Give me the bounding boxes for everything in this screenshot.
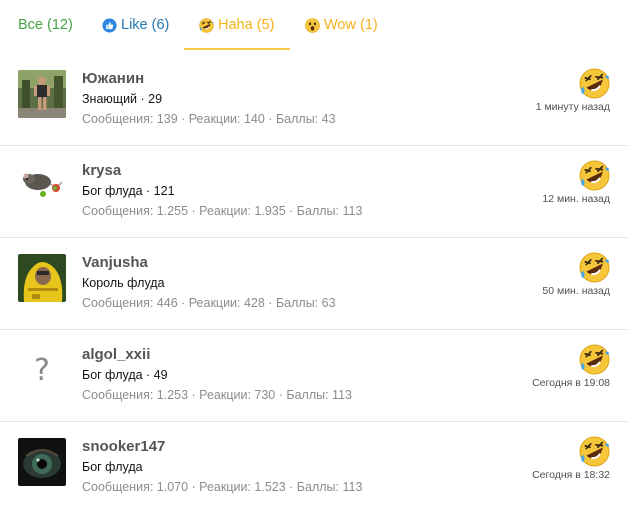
avatar-placeholder[interactable]: ? [18,346,66,394]
user-title: Бог флуда [82,460,143,474]
user-title: Король флуда [82,276,165,290]
username[interactable]: Vanjusha [82,254,148,271]
username[interactable]: snooker147 [82,438,165,455]
eye-photo-icon [18,438,66,486]
reaction-time[interactable]: 50 мин. назад [542,285,610,297]
username[interactable]: algol_xxii [82,346,150,363]
avatar[interactable] [18,254,66,302]
hazmat-photo-icon [18,254,66,302]
user-stats: Сообщения: 1.070 · Реакции: 1.523 · Балл… [82,480,363,494]
user-title: Знающий · 29 [82,92,163,106]
user-title: Бог флуда · 121 [82,184,175,198]
haha-icon [579,436,610,467]
avatar[interactable] [18,70,66,118]
username[interactable]: krysa [82,162,121,179]
tab-wow[interactable]: Wow (1) [305,0,378,50]
user-stats: Сообщения: 446 · Реакции: 428 · Баллы: 6… [82,296,336,310]
list-item: Vanjusha Король флуда Сообщения: 446 · Р… [0,238,628,330]
list-item: krysa Бог флуда · 121 Сообщения: 1.255 ·… [0,146,628,238]
user-stats: Сообщения: 1.255 · Реакции: 1.935 · Балл… [82,204,363,218]
person-photo-icon [18,70,66,118]
haha-icon [579,344,610,375]
list-item: snooker147 Бог флуда Сообщения: 1.070 · … [0,422,628,513]
list-item: ? algol_xxii Бог флуда · 49 Сообщения: 1… [0,330,628,422]
user-stats: Сообщения: 139 · Реакции: 140 · Баллы: 4… [82,112,336,126]
user-stats: Сообщения: 1.253 · Реакции: 730 · Баллы:… [82,388,352,402]
haha-icon [199,18,214,33]
tab-haha[interactable]: Haha (5) [184,0,290,50]
wow-icon [305,17,320,33]
rat-photo-icon [18,162,66,210]
list-item: Южанин Знающий · 29 Сообщения: 139 · Реа… [0,54,628,146]
haha-icon [579,252,610,283]
tab-all[interactable]: Все (12) [18,0,73,50]
avatar[interactable] [18,438,66,486]
reaction-time[interactable]: 1 минуту назад [536,101,610,113]
tab-haha-label: Haha (5) [218,17,275,33]
tab-all-label: Все (12) [18,17,73,33]
online-status-dot [39,190,47,198]
reaction-time[interactable]: Сегодня в 18:32 [532,469,610,481]
reaction-tabs: Все (12) Like (6) Haha (5) Wow (1) [0,0,633,50]
tab-like-label: Like (6) [121,17,170,33]
haha-icon [579,68,610,99]
tab-wow-label: Wow (1) [324,17,378,33]
tab-like[interactable]: Like (6) [102,0,169,50]
avatar[interactable] [18,162,66,210]
username[interactable]: Южанин [82,70,144,87]
like-icon [102,17,117,33]
reaction-time[interactable]: 12 мин. назад [542,193,610,205]
user-title: Бог флуда · 49 [82,368,168,382]
haha-icon [579,160,610,191]
reaction-time[interactable]: Сегодня в 19:08 [532,377,610,389]
